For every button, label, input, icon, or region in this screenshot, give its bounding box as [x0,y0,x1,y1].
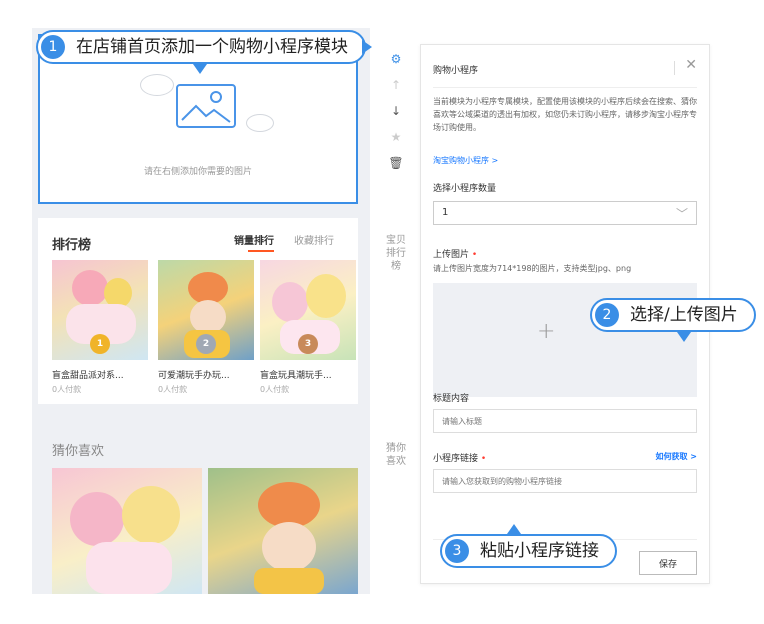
product-card[interactable]: 3 盲盒玩具潮玩手... 0人付款 [260,260,356,395]
count-value: 1 [442,207,449,218]
product-image: 3 [260,260,356,360]
banner-hint: 请在右侧添加你需要的图片 [143,167,252,177]
product-sales: 0人付款 [52,385,82,394]
taobao-miniprogram-link[interactable]: 淘宝购物小程序 > [433,155,498,166]
callout-pointer [193,64,207,74]
product-image [208,468,358,594]
panel-description: 当前模块为小程序专属模块，配置使用该模块的小程序后续会在搜索、猜你喜欢等公域渠道… [433,97,697,132]
upload-hint: 请上传图片宽度为714*198的图片，支持类型jpg、png [433,264,632,273]
product-image: 1 [52,260,148,360]
product-sales: 0人付款 [260,385,290,394]
product-name: 盲盒甜品派对系... [52,371,124,381]
chevron-down-icon: ﹀ [675,207,688,221]
rank-medal-icon: 1 [90,334,110,354]
count-select[interactable]: 1 ﹀ [433,201,697,225]
tab-favorite-rank[interactable]: 收藏排行 [294,232,334,247]
product-image [52,468,202,594]
callout-pointer [677,332,691,342]
title-label: 标题内容 [433,394,470,404]
cloud-decoration [140,74,174,96]
save-button[interactable]: 保存 [639,551,697,575]
product-name: 可爱潮玩手办玩... [158,371,230,381]
cloud-decoration [246,114,274,132]
product-name: 盲盒玩具潮玩手... [260,371,332,381]
miniprogram-link-input[interactable] [433,469,697,493]
module-toolbar: ⚙ ↑ ↓ ★ 🗑 [384,44,408,184]
close-icon[interactable]: ✕ [685,57,697,73]
guess-you-like-module[interactable]: 猜你喜欢 [38,422,358,594]
callout-pointer [507,524,521,534]
step-number: 1 [41,35,65,59]
image-placeholder-icon [176,84,236,128]
ranking-title: 排行榜 [52,238,92,253]
divider [433,87,697,88]
rank-medal-icon: 2 [196,334,216,354]
callout-step-3: 3 粘贴小程序链接 [440,534,617,568]
title-input[interactable] [433,409,697,433]
product-sales: 0人付款 [158,385,188,394]
callout-step-1: 1 在店铺首页添加一个购物小程序模块 [36,30,366,64]
required-mark: • [480,454,487,464]
upload-label-text: 上传图片 [433,250,470,260]
product-card[interactable]: 1 盲盒甜品派对系... 0人付款 [52,260,148,395]
plus-icon: + [537,319,556,344]
guess-title: 猜你喜欢 [52,444,105,459]
product-image: 2 [158,260,254,360]
how-to-get-link[interactable]: 如何获取 > [656,451,698,462]
divider [674,61,675,75]
upload-label: 上传图片 • [433,247,477,260]
arrow-up-icon[interactable]: ↑ [384,78,408,92]
tab-sales-rank[interactable]: 销量排行 [234,232,274,252]
star-icon[interactable]: ★ [384,130,408,144]
link-label-text: 小程序链接 [433,454,479,464]
panel-title: 购物小程序 [433,66,479,76]
step-number: 2 [595,303,619,327]
side-label-guess[interactable]: 猜你喜欢 [384,436,408,516]
callout-text: 选择/上传图片 [630,305,738,325]
callout-text: 粘贴小程序链接 [480,541,599,561]
product-card[interactable]: 2 可爱潮玩手办玩... 0人付款 [158,260,254,395]
required-mark: • [471,250,478,260]
callout-text: 在店铺首页添加一个购物小程序模块 [76,37,348,57]
ranking-module[interactable]: 排行榜 销量排行 收藏排行 1 盲盒甜品派对系... 0人付款 2 可爱潮玩手办… [38,218,358,404]
side-label-ranking[interactable]: 宝贝排行榜 [384,228,408,322]
rank-medal-icon: 3 [298,334,318,354]
link-label: 小程序链接 • [433,451,486,464]
trash-icon[interactable]: 🗑 [384,156,408,170]
gear-icon[interactable]: ⚙ [384,52,408,66]
step-number: 3 [445,539,469,563]
callout-pointer [362,40,372,54]
count-label: 选择小程序数量 [433,184,497,194]
callout-step-2: 2 选择/上传图片 [590,298,756,332]
arrow-down-icon[interactable]: ↓ [384,104,408,118]
